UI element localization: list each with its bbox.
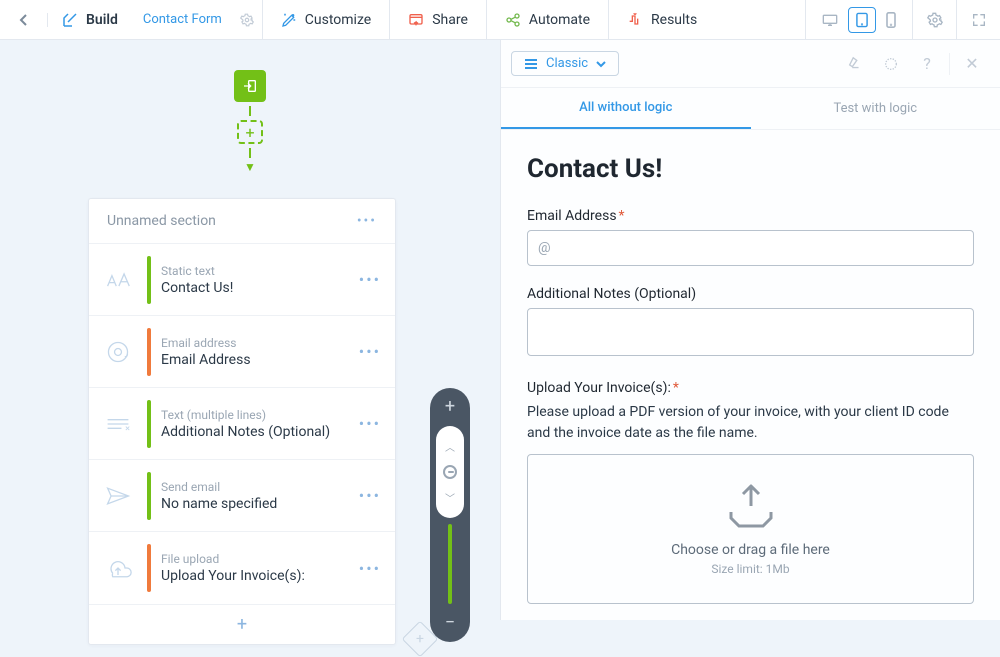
field-type-label: File upload — [161, 552, 349, 566]
field-title: Upload Your Invoice(s): — [161, 568, 349, 584]
field-type-label: Static text — [161, 264, 349, 278]
field-type-label: Email address — [161, 336, 349, 350]
field-row[interactable]: Email address Email Address ••• — [89, 316, 395, 388]
automate-icon — [505, 12, 521, 28]
zoom-in-button[interactable]: + — [445, 398, 455, 416]
view-mode-dropdown[interactable]: Classic — [511, 51, 619, 76]
upload-label: Upload Your Invoice(s):* — [527, 380, 974, 396]
field-type-icon — [89, 339, 147, 365]
preview-pane: Classic ? ✕ All without logic Test with … — [500, 40, 1000, 620]
field-row[interactable]: Send email No name specified ••• — [89, 460, 395, 532]
tab-results[interactable]: Results — [609, 0, 715, 39]
tab-build[interactable]: Build — [48, 12, 132, 28]
chevron-down-icon: ﹀ — [445, 490, 455, 505]
back-button[interactable] — [0, 13, 48, 27]
field-menu-button[interactable]: ••• — [359, 342, 395, 361]
refresh-button[interactable] — [873, 56, 909, 72]
section-menu-button[interactable]: ••• — [357, 213, 377, 229]
notes-label: Additional Notes (Optional) — [527, 286, 974, 302]
section-card: Unnamed section ••• Static text Contact U… — [88, 198, 396, 645]
form-settings-gear-icon[interactable] — [232, 13, 262, 27]
close-preview-button[interactable]: ✕ — [954, 54, 990, 73]
field-menu-button[interactable]: ••• — [359, 270, 395, 289]
field-type-icon — [89, 270, 147, 290]
field-type-label: Send email — [161, 480, 349, 494]
file-upload-dropzone[interactable]: Choose or drag a file here Size limit: 1… — [527, 454, 974, 604]
tab-customize[interactable]: Customize — [263, 0, 389, 39]
device-mobile-icon[interactable] — [880, 8, 902, 32]
share-icon — [408, 12, 424, 28]
expand-icon — [971, 12, 987, 28]
field-title: Contact Us! — [161, 280, 349, 296]
field-title: No name specified — [161, 496, 349, 512]
tab-test-with-logic[interactable]: Test with logic — [751, 88, 1000, 129]
email-label: Email Address* — [527, 208, 974, 224]
field-menu-button[interactable]: ••• — [359, 559, 395, 578]
form-heading: Contact Us! — [527, 154, 974, 184]
help-icon: ? — [923, 54, 931, 73]
view-mode-label: Classic — [546, 56, 588, 71]
form-name[interactable]: Contact Form — [133, 12, 232, 27]
start-node[interactable] — [234, 70, 266, 102]
zoom-rail: + ︿ ﹀ − — [430, 388, 470, 642]
field-title: Email Address — [161, 352, 349, 368]
field-type-label: Text (multiple lines) — [161, 408, 349, 422]
clear-button[interactable] — [837, 56, 873, 72]
list-icon — [524, 58, 538, 70]
gear-icon — [927, 12, 943, 28]
field-row[interactable]: File upload Upload Your Invoice(s): ••• — [89, 532, 395, 604]
tab-all-without-logic[interactable]: All without logic — [501, 88, 751, 129]
tab-automate[interactable]: Automate — [487, 0, 608, 39]
field-type-icon — [89, 414, 147, 434]
settings-button[interactable] — [912, 0, 956, 39]
upload-main-text: Choose or drag a file here — [671, 542, 830, 558]
upload-help-text: Please upload a PDF version of your invo… — [527, 402, 974, 444]
upload-sub-text: Size limit: 1Mb — [711, 562, 789, 576]
results-label: Results — [651, 12, 697, 28]
customize-icon — [281, 12, 297, 28]
section-title: Unnamed section — [107, 213, 216, 229]
email-field[interactable] — [527, 230, 974, 266]
close-icon: ✕ — [965, 54, 978, 73]
top-toolbar: Build Contact Form Customize Share Autom… — [0, 0, 1000, 40]
arrow-down-icon: ▼ — [234, 160, 266, 174]
share-label: Share — [432, 12, 468, 28]
refresh-icon — [883, 56, 899, 72]
builder-canvas: + ▼ Unnamed section ••• Static text Conta… — [0, 40, 500, 620]
device-desktop-icon[interactable] — [816, 9, 844, 31]
field-menu-button[interactable]: ••• — [359, 414, 395, 433]
chevron-up-icon: ︿ — [445, 439, 455, 454]
device-tablet-icon[interactable] — [848, 7, 876, 33]
field-type-icon — [89, 484, 147, 508]
build-label: Build — [86, 12, 118, 28]
eraser-icon — [848, 56, 862, 72]
field-title: Additional Notes (Optional) — [161, 424, 349, 440]
help-button[interactable]: ? — [909, 54, 945, 73]
field-menu-button[interactable]: ••• — [359, 486, 395, 505]
build-icon — [62, 12, 78, 28]
field-row[interactable]: Static text Contact Us! ••• — [89, 244, 395, 316]
add-field-button[interactable]: + — [89, 604, 395, 644]
device-preview-switch — [806, 0, 912, 39]
tab-share[interactable]: Share — [390, 0, 486, 39]
zoom-handle[interactable]: ︿ ﹀ — [436, 426, 464, 518]
results-icon — [627, 12, 643, 28]
upload-icon — [721, 482, 781, 532]
add-node-slot[interactable]: + — [237, 120, 263, 144]
fullscreen-button[interactable] — [956, 0, 1000, 39]
chevron-left-icon — [19, 13, 29, 27]
field-row[interactable]: Text (multiple lines) Additional Notes (O… — [89, 388, 395, 460]
customize-label: Customize — [305, 12, 371, 28]
notes-field[interactable] — [527, 308, 974, 356]
zoom-out-button[interactable]: − — [445, 614, 455, 632]
chevron-down-icon — [596, 60, 606, 68]
enter-icon — [242, 78, 258, 94]
automate-label: Automate — [529, 12, 590, 28]
field-type-icon — [89, 557, 147, 579]
zoom-knob-icon — [443, 465, 457, 479]
